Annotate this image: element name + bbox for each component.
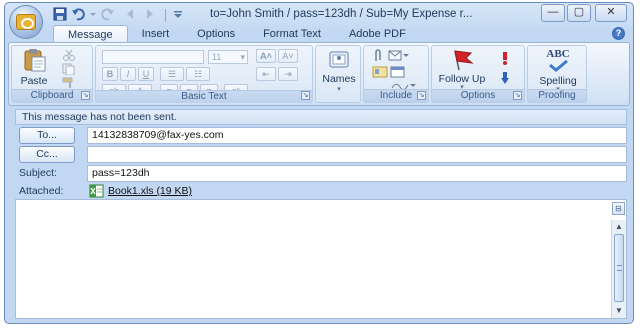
message-body[interactable]: ⊟ ▲ ▼	[15, 199, 627, 319]
names-dropdown-icon: ▾	[337, 86, 341, 93]
spelling-abc-text: ABC	[546, 48, 570, 60]
save-icon[interactable]	[53, 7, 67, 24]
to-button[interactable]: To...	[19, 127, 75, 144]
grow-font-button[interactable]: A˄	[256, 49, 276, 63]
attached-label: Attached:	[19, 185, 64, 197]
office-logo-icon	[16, 14, 36, 30]
cut-icon[interactable]	[62, 49, 76, 61]
attach-file-icon[interactable]	[372, 49, 384, 63]
spelling-button[interactable]: ABC Spelling ▾	[532, 48, 584, 93]
font-size-dropdown-icon: ▾	[240, 52, 245, 62]
minimize-button[interactable]: —	[541, 4, 565, 22]
cc-button[interactable]: Cc...	[19, 146, 75, 163]
previous-item-icon[interactable]	[123, 7, 137, 24]
office-button[interactable]	[9, 5, 43, 39]
paste-label: Paste	[20, 75, 48, 87]
include-group: Include ↘	[363, 45, 429, 103]
copy-icon[interactable]	[62, 63, 76, 75]
include-launcher-icon[interactable]: ↘	[417, 91, 426, 100]
proofing-group-label: Proofing	[528, 89, 586, 102]
decrease-indent-button[interactable]: ⇤	[256, 67, 276, 81]
to-field[interactable]: 14132838709@fax-yes.com	[87, 127, 627, 144]
undo-dropdown-icon[interactable]	[89, 7, 97, 24]
window-title: to=John Smith / pass=123dh / Sub=My Expe…	[210, 8, 473, 20]
address-book-icon	[329, 51, 349, 68]
names-button[interactable]: Names ▾	[320, 50, 358, 93]
numbering-button[interactable]: ☷	[186, 67, 210, 81]
options-launcher-icon[interactable]: ↘	[513, 91, 522, 100]
clipboard-group-label: Clipboard	[12, 89, 92, 102]
close-button[interactable]: ✕	[595, 4, 627, 22]
scroll-down-icon[interactable]: ▼	[614, 306, 624, 316]
quick-access-separator	[165, 9, 166, 22]
clipboard-launcher-icon[interactable]: ↘	[81, 91, 90, 100]
subject-label: Subject:	[19, 167, 57, 179]
next-item-icon[interactable]	[143, 7, 157, 24]
follow-up-flag-icon	[454, 50, 474, 71]
paste-icon	[24, 49, 46, 72]
italic-button[interactable]: I	[120, 67, 136, 81]
subject-field[interactable]: pass=123dh	[87, 165, 627, 182]
font-size-combo[interactable]: 11 ▾	[208, 50, 248, 64]
proofing-group: ABC Spelling ▾ Proofing	[527, 45, 587, 103]
outlook-message-window: to=John Smith / pass=123dh / Sub=My Expe…	[4, 2, 634, 324]
options-group: Follow Up ▾ Options ↘	[431, 45, 525, 103]
tab-insert[interactable]: Insert	[128, 25, 184, 43]
basic-text-launcher-icon[interactable]: ↘	[301, 91, 310, 100]
underline-button[interactable]: U	[138, 67, 154, 81]
business-card-icon[interactable]	[372, 65, 388, 79]
cc-field[interactable]	[87, 146, 627, 163]
bold-button[interactable]: B	[102, 67, 118, 81]
names-label: Names	[322, 73, 356, 85]
view-ruler-icon[interactable]: ⊟	[612, 202, 625, 215]
attach-item-icon[interactable]	[388, 49, 410, 61]
clipboard-group: Paste ▾ Clipboard ↘	[11, 45, 93, 103]
ribbon-tabs: Message Insert Options Format Text Adobe…	[53, 25, 420, 43]
maximize-button[interactable]: ▢	[567, 4, 591, 22]
tab-format-text[interactable]: Format Text	[249, 25, 335, 43]
scroll-up-icon[interactable]: ▲	[614, 222, 624, 232]
scroll-grip-icon	[617, 265, 622, 271]
basic-text-group: 11 ▾ A˄ A˅ B I U ☰ ☷ ⇤ ⇥ ab A ≡ ≡ ≡ aᵇ B…	[95, 45, 313, 103]
calendar-icon[interactable]	[390, 65, 406, 79]
format-painter-icon[interactable]	[62, 77, 78, 89]
shrink-font-button[interactable]: A˅	[278, 49, 298, 63]
low-importance-icon[interactable]	[500, 71, 510, 85]
bullets-button[interactable]: ☰	[160, 67, 184, 81]
names-group: Names ▾	[315, 45, 361, 103]
scroll-thumb[interactable]	[614, 234, 624, 302]
spelling-check-icon	[549, 59, 568, 72]
basic-text-group-label: Basic Text	[96, 90, 312, 103]
high-importance-icon[interactable]	[500, 51, 510, 65]
attachment-name: Book1.xls (19 KB)	[108, 185, 193, 197]
redo-icon[interactable]	[101, 7, 115, 24]
tab-adobe-pdf[interactable]: Adobe PDF	[335, 25, 420, 43]
help-icon[interactable]: ?	[612, 27, 625, 40]
font-size-value: 11	[212, 52, 222, 62]
paste-button[interactable]: Paste ▾	[16, 48, 52, 95]
title-bar: to=John Smith / pass=123dh / Sub=My Expe…	[5, 3, 633, 27]
follow-up-button[interactable]: Follow Up ▾	[436, 48, 488, 91]
options-group-label: Options	[432, 89, 524, 102]
undo-icon[interactable]	[71, 7, 85, 24]
customize-quick-access-icon[interactable]	[173, 7, 183, 24]
tab-message[interactable]: Message	[53, 25, 128, 43]
excel-file-icon	[89, 184, 104, 198]
attachment-item[interactable]: Book1.xls (19 KB)	[89, 183, 192, 199]
font-name-combo[interactable]	[102, 50, 204, 64]
tab-options[interactable]: Options	[183, 25, 249, 43]
ribbon: Paste ▾ Clipboard ↘ 11 ▾ A˄ A˅ B	[8, 42, 630, 106]
info-bar: This message has not been sent.	[15, 109, 627, 125]
increase-indent-button[interactable]: ⇥	[278, 67, 298, 81]
vertical-scrollbar[interactable]: ▲ ▼	[611, 220, 626, 318]
